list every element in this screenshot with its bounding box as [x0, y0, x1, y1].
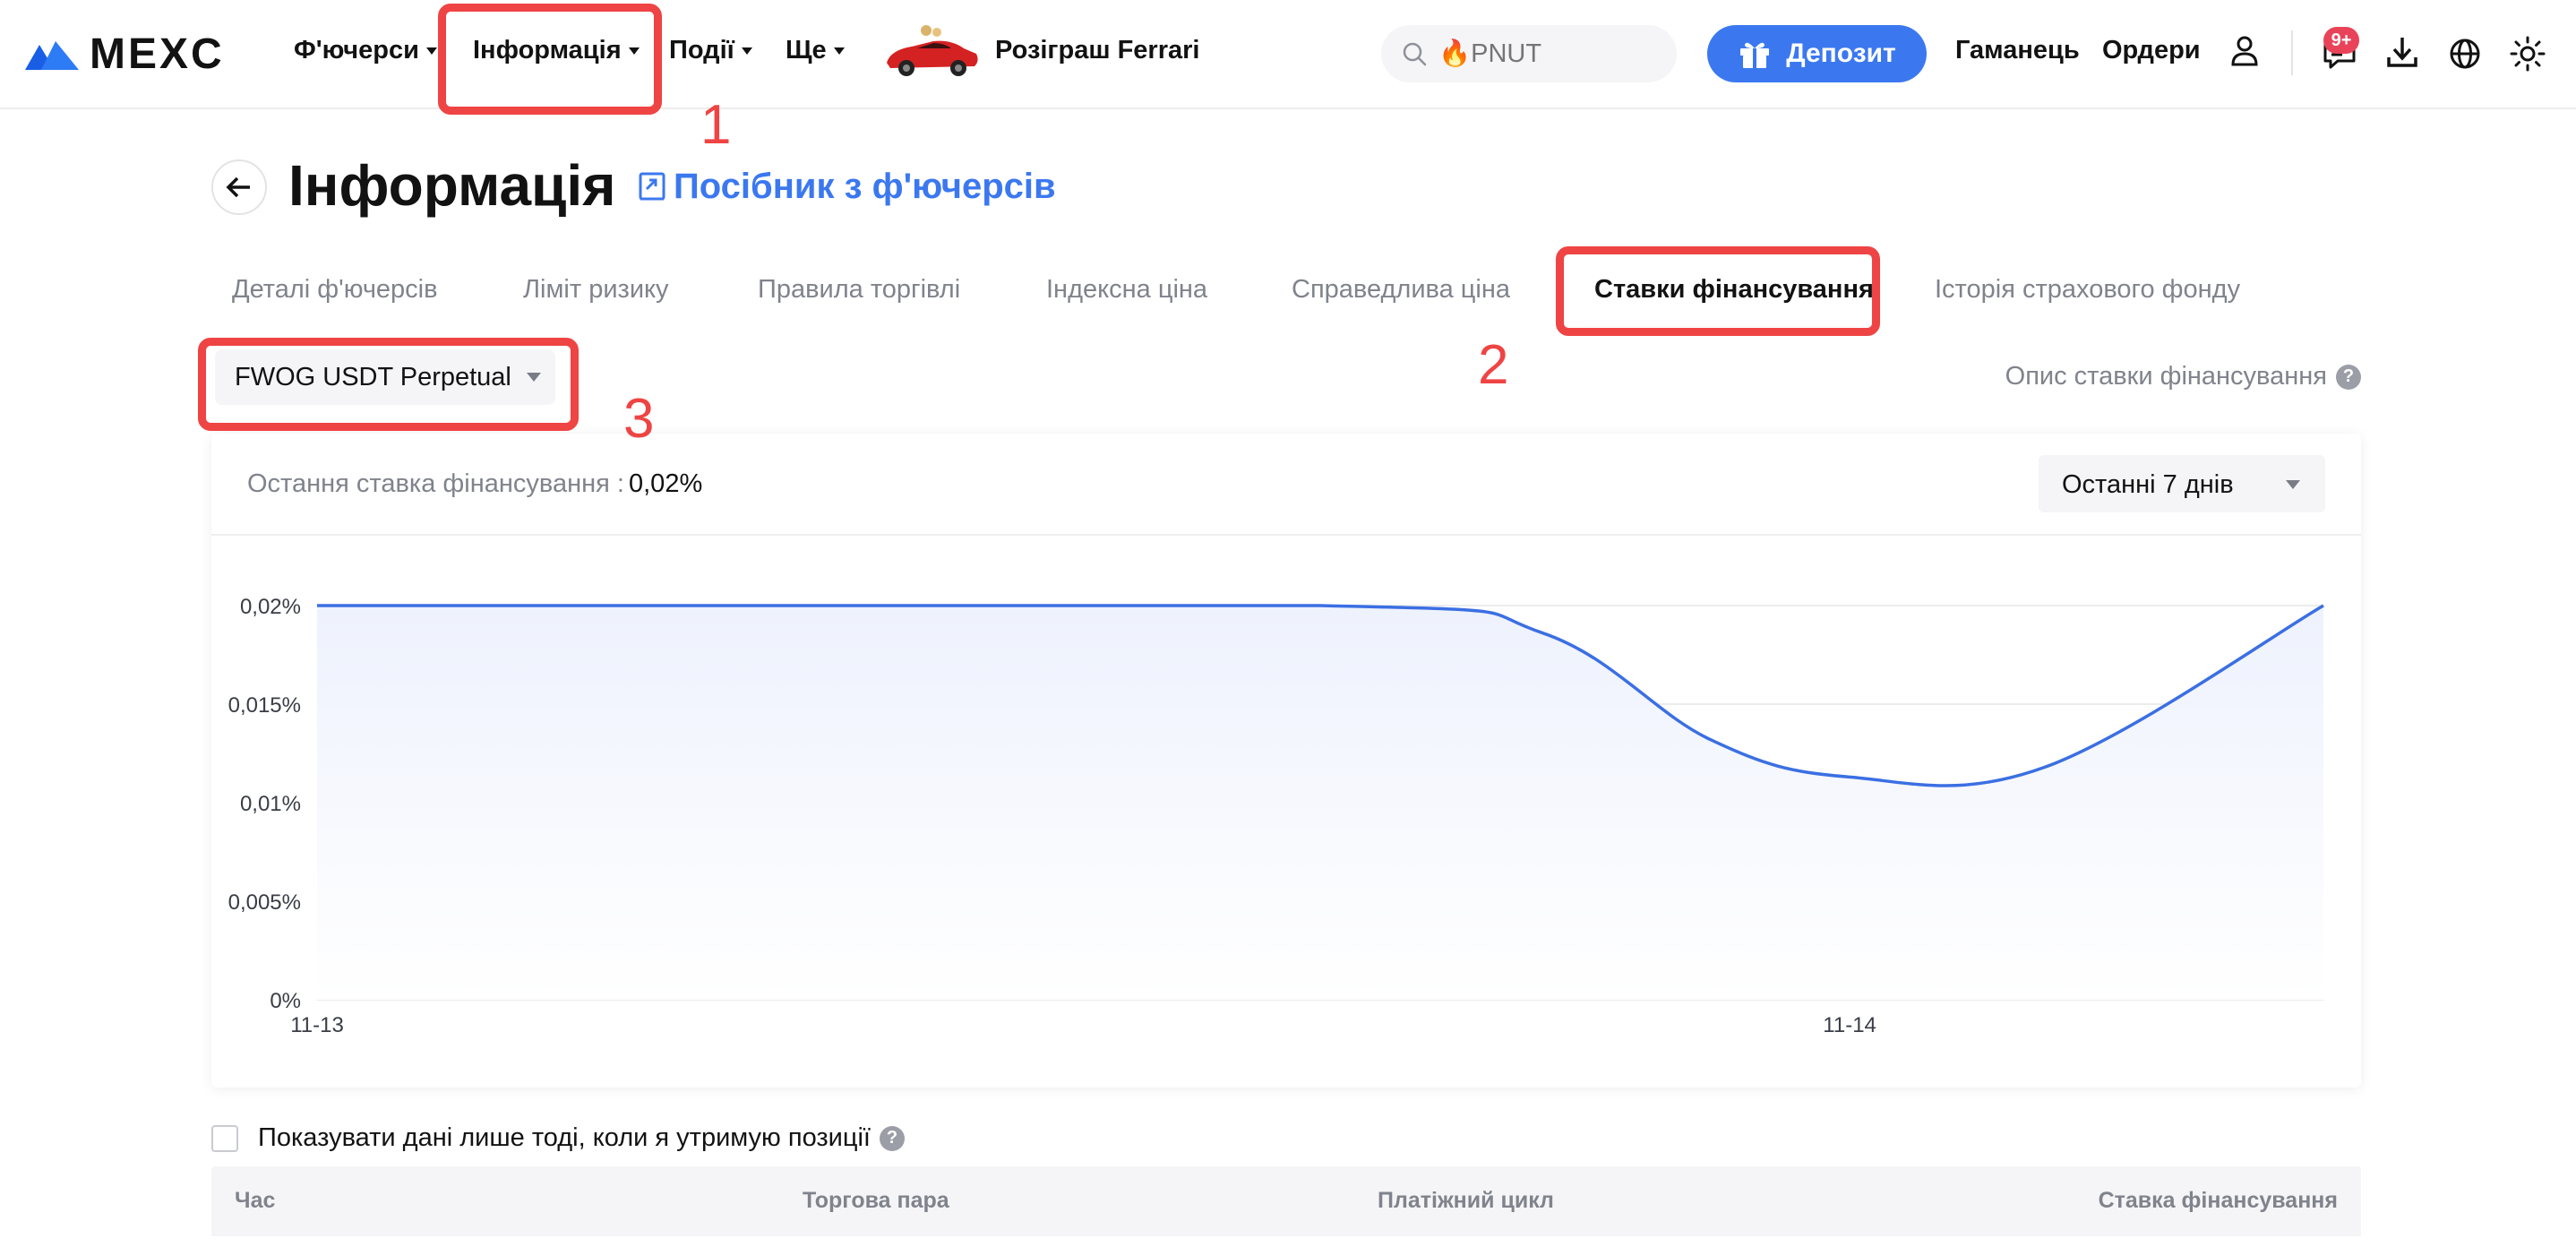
deposit-label: Депозит: [1786, 39, 1896, 68]
y-tick-label: 0,02%: [240, 595, 301, 619]
funding-rate-description-label: Опис ставки фінансування: [2005, 362, 2327, 391]
back-button[interactable]: [211, 159, 267, 215]
notification-badge: 9+: [2323, 27, 2359, 54]
contract-select[interactable]: FWOG USDT Perpetual: [215, 349, 555, 405]
search-box[interactable]: [1381, 25, 1677, 82]
futures-guide-label: Посібник з ф'ючерсів: [674, 167, 1056, 206]
globe-icon[interactable]: [2447, 36, 2483, 72]
brand-name: MEXC: [90, 30, 225, 78]
funding-rate-description-link[interactable]: Опис ставки фінансування ?: [2005, 362, 2361, 391]
column-payment-cycle[interactable]: Платіжний цикл: [1378, 1188, 1554, 1214]
tab-index-price[interactable]: Індексна ціна: [1046, 275, 1207, 305]
tab-insurance-fund-history[interactable]: Історія страхового фонду: [1935, 275, 2240, 305]
y-tick-label: 0%: [270, 989, 301, 1013]
tab-funding-rates[interactable]: Ставки фінансування: [1594, 275, 1874, 305]
theme-toggle-sun-icon[interactable]: [2510, 36, 2546, 72]
contract-select-value: FWOG USDT Perpetual: [235, 362, 511, 391]
only-positions-label: Показувати дані лише тоді, коли я утриму…: [258, 1123, 905, 1153]
annotation-number-1: 1: [700, 94, 732, 156]
wallet-link[interactable]: Гаманець: [1955, 36, 2080, 65]
ferrari-promo-link[interactable]: Розіграш Ferrari: [995, 36, 1199, 65]
tab-trading-rules[interactable]: Правила торгівлі: [758, 275, 960, 305]
chevron-down-icon: [425, 47, 437, 55]
y-tick-label: 0,01%: [240, 792, 301, 816]
ferrari-car-icon[interactable]: [881, 22, 982, 81]
guide-book-icon: [639, 172, 665, 200]
y-tick-label: 0,015%: [228, 693, 301, 718]
funding-history-table-header: Час Торгова пара Платіжний цикл Ставка ф…: [211, 1166, 2361, 1236]
nav-futures[interactable]: Ф'ючерси: [294, 36, 437, 65]
top-navigation-bar: MEXC Ф'ючерси Інформація Події Ще Розігр…: [0, 0, 2576, 109]
orders-link[interactable]: Ордери: [2102, 36, 2201, 65]
nav-divider: [2291, 30, 2293, 75]
nav-more-label: Ще: [786, 36, 827, 64]
only-positions-checkbox[interactable]: [211, 1125, 238, 1152]
search-input[interactable]: [1437, 38, 1646, 70]
nav-information-label: Інформація: [473, 36, 622, 64]
page-title: Інформація: [288, 153, 616, 218]
chevron-down-icon: [741, 47, 752, 55]
nav-information[interactable]: Інформація: [473, 36, 640, 65]
column-time[interactable]: Час: [235, 1188, 275, 1214]
futures-guide-link[interactable]: Посібник з ф'ючерсів: [638, 167, 1056, 207]
mexc-logo-icon: [25, 41, 79, 70]
column-funding-rate[interactable]: Ставка фінансування: [2099, 1188, 2338, 1214]
arrow-left-icon: [226, 176, 250, 198]
dropdown-arrow-icon: [527, 373, 541, 382]
only-positions-text: Показувати дані лише тоді, коли я утриму…: [258, 1123, 871, 1152]
tab-futures-details[interactable]: Деталі ф'ючерсів: [232, 275, 438, 305]
funding-rate-card: Остання ставка фінансування : 0,02% Оста…: [211, 434, 2361, 1088]
nav-events[interactable]: Події: [669, 36, 752, 65]
funding-rate-area: [317, 606, 2323, 1000]
user-icon[interactable]: [2227, 32, 2263, 68]
nav-futures-label: Ф'ючерси: [294, 36, 419, 64]
x-tick-label: 11-13: [290, 1013, 344, 1037]
search-icon: [1403, 42, 1427, 66]
mexc-logo[interactable]: MEXC: [23, 30, 225, 78]
nav-events-label: Події: [669, 36, 734, 64]
help-icon[interactable]: ?: [879, 1125, 905, 1151]
deposit-button[interactable]: Депозит: [1707, 25, 1927, 82]
x-tick-label: 11-14: [1823, 1013, 1876, 1037]
tab-risk-limit[interactable]: Ліміт ризику: [523, 275, 669, 305]
download-icon[interactable]: [2384, 34, 2420, 70]
annotation-number-2: 2: [1478, 334, 1509, 396]
nav-more[interactable]: Ще: [786, 36, 845, 65]
gift-icon: [1740, 42, 1770, 68]
funding-rate-chart: 0% 0,005% 0,01% 0,015% 0,02% 11-13 11-14: [228, 595, 2324, 1037]
annotation-number-3: 3: [623, 388, 655, 450]
help-icon: ?: [2336, 364, 2361, 390]
column-trading-pair[interactable]: Торгова пара: [803, 1188, 949, 1214]
chevron-down-icon: [833, 47, 845, 55]
tab-fair-price[interactable]: Справедлива ціна: [1292, 275, 1510, 305]
chevron-down-icon: [628, 47, 640, 55]
y-tick-label: 0,005%: [228, 890, 301, 915]
